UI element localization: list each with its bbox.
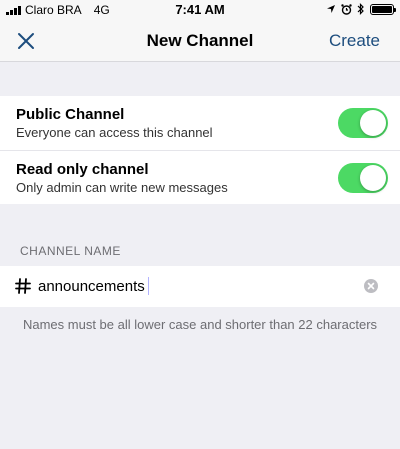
read-only-channel-title: Read only channel [16, 161, 149, 178]
clear-icon[interactable] [364, 279, 378, 293]
bluetooth-icon [357, 3, 364, 15]
text-caret [147, 277, 149, 295]
battery-icon [370, 3, 396, 15]
status-bar: Claro BRA 4G 7:41 AM [0, 0, 400, 20]
navigation-bar: New Channel Create [0, 20, 400, 62]
read-only-channel-row: Read only channel Only admin can write n… [0, 150, 400, 204]
public-channel-title: Public Channel [16, 106, 125, 123]
channel-name-input[interactable]: announcements [38, 277, 149, 295]
public-channel-subtitle: Everyone can access this channel [16, 125, 213, 140]
public-channel-toggle[interactable] [338, 108, 388, 138]
channel-name-helper: Names must be all lower case and shorter… [22, 317, 378, 332]
read-only-channel-toggle[interactable] [338, 163, 388, 193]
status-right [326, 3, 396, 15]
alarm-icon [341, 3, 352, 15]
channel-name-header: CHANNEL NAME [20, 244, 121, 258]
public-channel-row: Public Channel Everyone can access this … [0, 96, 400, 150]
channel-name-field[interactable]: announcements [0, 266, 400, 307]
location-arrow-icon [327, 5, 335, 13]
read-only-channel-subtitle: Only admin can write new messages [16, 180, 228, 195]
toggle-knob [360, 110, 386, 136]
hash-icon [15, 278, 31, 294]
channel-name-value: announcements [38, 277, 145, 295]
battery-fill [372, 5, 392, 13]
create-button[interactable]: Create [329, 31, 380, 51]
toggle-knob [360, 165, 386, 191]
channel-options: Public Channel Everyone can access this … [0, 96, 400, 204]
